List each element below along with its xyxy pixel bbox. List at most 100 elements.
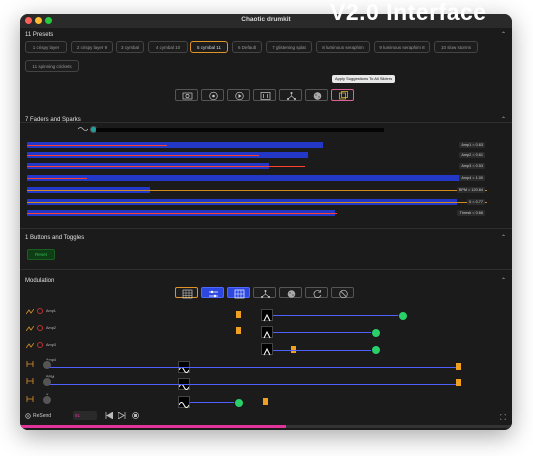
waveform-button[interactable] xyxy=(261,343,273,356)
faders-collapse-icon[interactable]: ⌃ xyxy=(501,116,506,123)
stop-icon[interactable] xyxy=(132,412,139,419)
buttons-collapse-icon[interactable]: ⌃ xyxy=(501,234,506,241)
modulation-enable-dot[interactable] xyxy=(37,308,43,314)
preset-button[interactable]: 2 crispy layer 9 xyxy=(71,41,113,53)
preset-tool-button[interactable] xyxy=(305,89,328,101)
modulation-tool-button[interactable] xyxy=(227,287,250,299)
modulation-knob[interactable] xyxy=(42,360,52,370)
modulation-row: BPM xyxy=(20,375,512,388)
preset-button[interactable]: 11 spinning crickets xyxy=(25,60,79,72)
modulation-row: Amp4 xyxy=(20,358,512,371)
dice-icon xyxy=(287,290,296,298)
range-handle[interactable] xyxy=(236,327,241,334)
app-window: Chaotic drumkit 11 Presets ⌃ 1 crispy la… xyxy=(20,14,512,430)
preset-button[interactable]: 5 cymbal 11 xyxy=(190,41,228,53)
range-handle[interactable] xyxy=(263,398,268,405)
buttons-section-title: 1 Buttons and Toggles xyxy=(25,235,85,241)
modulation-tool-button[interactable] xyxy=(201,287,224,298)
modulation-knob[interactable] xyxy=(398,311,408,321)
modulation-line xyxy=(273,350,373,351)
fader-row[interactable]: Thresh = 0.66 xyxy=(25,209,485,217)
wave-icon xyxy=(78,127,88,131)
preset-button[interactable]: 3 cymbal xyxy=(116,41,144,53)
fader-value-label: Thresh = 0.66 xyxy=(457,210,485,216)
graph-icon xyxy=(261,290,270,298)
modulation-collapse-icon[interactable]: ⌃ xyxy=(501,277,506,284)
presets-collapse-icon[interactable]: ⌃ xyxy=(501,31,506,38)
tooltip: Apply Suggestions To All Sliders xyxy=(332,75,396,83)
bracket-icon xyxy=(26,378,34,384)
modulation-label: Amp1 xyxy=(46,309,56,313)
preset-tool-button[interactable] xyxy=(201,89,224,101)
fader-value-label: Amp1 = 0.63 xyxy=(459,142,485,148)
preset-tool-button[interactable] xyxy=(279,89,302,101)
modulation-tool-button[interactable] xyxy=(253,287,276,298)
skip-back-icon[interactable] xyxy=(105,412,113,419)
fader-value-label: X = 0.77 xyxy=(466,199,485,205)
matrix-icon xyxy=(234,289,245,299)
range-handle[interactable] xyxy=(456,379,461,386)
preset-button[interactable]: 10 slow storms xyxy=(434,41,478,53)
spark-line xyxy=(27,166,305,167)
preset-button[interactable]: 1 crispy layer xyxy=(25,41,67,53)
waveform-button[interactable] xyxy=(261,326,273,339)
preset-tool-button[interactable] xyxy=(227,89,250,101)
modulation-label: Amp3 xyxy=(46,343,56,347)
modulation-tool-button[interactable] xyxy=(175,287,198,299)
modulation-enable-dot[interactable] xyxy=(37,342,43,348)
fader-row[interactable]: Amp3 = 0.53 xyxy=(25,162,485,170)
spark-line xyxy=(27,190,487,191)
modulation-knob[interactable] xyxy=(42,395,52,405)
preset-button[interactable]: 9 luminous seraphim 8 xyxy=(374,41,430,53)
modulation-label: Amp2 xyxy=(46,326,56,330)
range-handle[interactable] xyxy=(236,311,241,318)
gear-icon[interactable] xyxy=(25,413,31,419)
skip-forward-icon[interactable] xyxy=(118,412,126,419)
preset-button[interactable]: 8 luminous seraphim xyxy=(316,41,370,53)
envelope-icon xyxy=(26,309,34,315)
spark-line xyxy=(27,213,337,214)
waveform-button[interactable] xyxy=(178,396,190,408)
modulation-tool-button[interactable] xyxy=(279,287,302,298)
modulation-tool-button[interactable] xyxy=(305,287,328,298)
modulation-tool-button[interactable] xyxy=(331,287,354,299)
expand-icon[interactable] xyxy=(500,414,506,420)
grid-icon xyxy=(182,289,193,299)
reset-button[interactable]: Reset xyxy=(27,249,55,260)
preset-tool-button[interactable] xyxy=(253,89,276,101)
waveform-button[interactable] xyxy=(261,309,273,322)
fader-row[interactable]: Amp4 = 1.00 xyxy=(25,174,485,182)
divider xyxy=(20,122,512,123)
fader-row[interactable]: Amp1 = 0.63 xyxy=(25,141,485,149)
fader-row[interactable]: X = 0.77 xyxy=(25,198,487,206)
number-field[interactable]: 81 xyxy=(73,411,97,420)
modulation-knob[interactable] xyxy=(371,345,381,355)
preset-tool-button[interactable] xyxy=(331,89,354,101)
progress-track xyxy=(286,425,512,428)
triangle-wave-icon xyxy=(263,347,271,356)
modulation-enable-dot[interactable] xyxy=(37,325,43,331)
modulation-knob[interactable] xyxy=(234,398,244,408)
progress-bar xyxy=(20,425,286,428)
modulation-line xyxy=(273,332,373,333)
modulation-line xyxy=(190,402,235,403)
fader-row[interactable]: BPM = 120.84 xyxy=(25,186,487,194)
preset-button[interactable]: 4 cymbal 10 xyxy=(148,41,188,53)
sine-wave-icon xyxy=(178,402,190,408)
dice-icon xyxy=(313,92,322,100)
resend-button[interactable]: ReSend xyxy=(33,413,51,419)
modulation-line xyxy=(273,315,401,316)
spark-line xyxy=(27,178,87,179)
modulation-line xyxy=(50,367,460,368)
fader-bar[interactable] xyxy=(27,175,483,181)
fader-row[interactable]: Amp2 = 0.61 xyxy=(25,151,485,159)
range-handle[interactable] xyxy=(456,363,461,370)
preset-button[interactable]: 6 Default xyxy=(232,41,262,53)
modulation-knob[interactable] xyxy=(42,377,52,387)
preset-tool-button[interactable] xyxy=(175,89,198,101)
fader-value-label: Amp3 = 0.53 xyxy=(459,163,485,169)
preset-button[interactable]: 7 glistening splat xyxy=(266,41,312,53)
faders-section-title: 7 Faders and Sparks xyxy=(25,117,81,123)
modulation-knob[interactable] xyxy=(371,328,381,338)
envelope-icon xyxy=(26,343,34,349)
